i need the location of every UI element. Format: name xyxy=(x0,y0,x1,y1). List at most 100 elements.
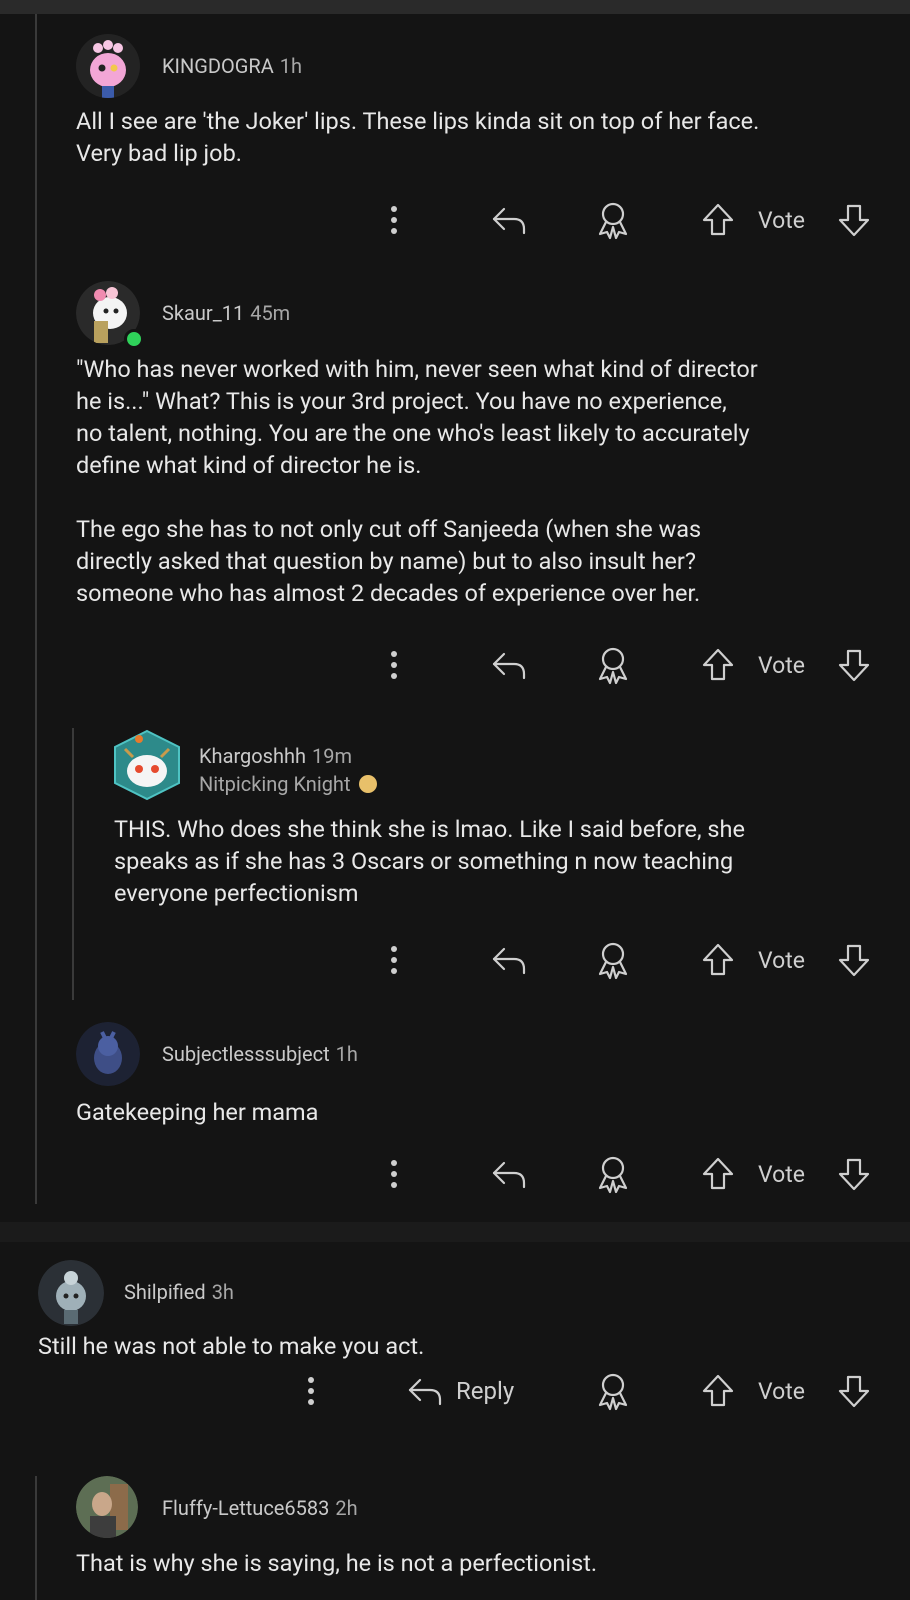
thread-line[interactable] xyxy=(35,14,37,1204)
comment-meta: Fluffy-Lettuce6583 2h xyxy=(162,1496,358,1520)
downvote-button[interactable] xyxy=(836,938,872,982)
downvote-arrow-icon xyxy=(838,649,870,682)
downvote-button[interactable] xyxy=(836,643,872,687)
more-options-button[interactable] xyxy=(391,938,397,982)
downvote-button[interactable] xyxy=(836,1369,872,1413)
comment-body: All I see are 'the Joker' lips. These li… xyxy=(76,107,760,167)
more-options-icon xyxy=(391,1160,397,1188)
reply-arrow-icon xyxy=(492,1161,526,1189)
reply-arrow-icon xyxy=(492,207,526,235)
upvote-button[interactable] xyxy=(700,1152,736,1196)
online-status-indicator xyxy=(124,329,144,349)
vote-count: Vote xyxy=(758,206,805,234)
reply-button[interactable]: Reply xyxy=(406,1369,514,1413)
upvote-arrow-icon xyxy=(702,943,734,976)
award-icon xyxy=(598,202,628,240)
vote-count: Vote xyxy=(758,651,805,679)
upvote-arrow-icon xyxy=(702,648,734,681)
vote-count: Vote xyxy=(758,946,805,974)
award-button[interactable] xyxy=(594,198,632,242)
snoo-avatar-icon xyxy=(114,729,180,801)
comment-meta: Khargoshhh 19m xyxy=(199,744,352,768)
comment-actions: Vote xyxy=(0,643,910,687)
reply-arrow-icon xyxy=(492,652,526,680)
username[interactable]: Khargoshhh xyxy=(199,744,306,768)
avatar[interactable] xyxy=(76,1476,138,1538)
downvote-button[interactable] xyxy=(836,1152,872,1196)
award-icon xyxy=(598,1373,628,1411)
timestamp: 3h xyxy=(211,1280,234,1304)
more-options-icon xyxy=(308,1377,314,1405)
comment-body: Still he was not able to make you act. xyxy=(38,1332,425,1360)
award-button[interactable] xyxy=(594,1369,632,1413)
comment-body: Gatekeeping her mama xyxy=(76,1098,319,1126)
comment-meta: Subjectlesssubject 1h xyxy=(162,1042,358,1066)
username[interactable]: Shilpified xyxy=(124,1280,206,1304)
username[interactable]: Skaur_11 xyxy=(162,301,244,325)
reply-label: Reply xyxy=(456,1377,515,1405)
timestamp: 19m xyxy=(312,744,353,768)
top-edge xyxy=(0,0,910,14)
timestamp: 1h xyxy=(335,1042,358,1066)
comment-actions: Vote xyxy=(0,198,910,242)
upvote-button[interactable] xyxy=(700,938,736,982)
timestamp: 1h xyxy=(279,54,303,78)
comment-body: "Who has never worked with him, never se… xyxy=(76,355,758,607)
username[interactable]: Fluffy-Lettuce6583 xyxy=(162,1496,329,1520)
more-options-button[interactable] xyxy=(391,1152,397,1196)
more-options-button[interactable] xyxy=(391,643,397,687)
avatar[interactable] xyxy=(76,1022,140,1086)
comment-body: THIS. Who does she think she is lmao. Li… xyxy=(114,815,745,907)
comment-actions: Vote xyxy=(0,1152,910,1196)
reply-button[interactable] xyxy=(490,1152,528,1196)
snoo-avatar-icon xyxy=(38,1260,104,1326)
username[interactable]: KINGDOGRA xyxy=(162,54,274,78)
upvote-arrow-icon xyxy=(702,1374,734,1407)
more-options-icon xyxy=(391,651,397,679)
more-options-button[interactable] xyxy=(391,198,397,242)
comment-actions: Reply Vote xyxy=(0,1369,910,1413)
thread-separator xyxy=(0,1222,910,1242)
snoo-avatar-icon xyxy=(76,1022,140,1086)
downvote-arrow-icon xyxy=(838,1158,870,1191)
reply-button[interactable] xyxy=(490,198,528,242)
comment-thread-card: KINGDOGRA 1h All I see are 'the Joker' li… xyxy=(0,14,910,1222)
award-button[interactable] xyxy=(594,1152,632,1196)
downvote-arrow-icon xyxy=(838,944,870,977)
user-photo-icon xyxy=(76,1476,138,1538)
upvote-button[interactable] xyxy=(700,643,736,687)
award-button[interactable] xyxy=(594,643,632,687)
downvote-button[interactable] xyxy=(836,198,872,242)
award-icon xyxy=(598,942,628,980)
comment-actions: Vote xyxy=(0,938,910,982)
award-icon xyxy=(598,647,628,685)
avatar[interactable] xyxy=(76,34,140,98)
reply-button[interactable] xyxy=(490,643,528,687)
username[interactable]: Subjectlesssubject xyxy=(162,1042,330,1066)
user-flair: Nitpicking Knight xyxy=(199,772,378,796)
comment-meta: Shilpified 3h xyxy=(124,1280,234,1304)
flair-emoji-icon xyxy=(359,775,378,793)
award-button[interactable] xyxy=(594,938,632,982)
timestamp: 45m xyxy=(250,301,291,325)
comment-meta: KINGDOGRA 1h xyxy=(162,54,302,78)
award-icon xyxy=(598,1156,628,1194)
avatar[interactable] xyxy=(111,729,183,801)
upvote-button[interactable] xyxy=(700,1369,736,1413)
reply-button[interactable] xyxy=(490,938,528,982)
upvote-button[interactable] xyxy=(700,198,736,242)
reply-arrow-icon xyxy=(408,1378,442,1406)
upvote-arrow-icon xyxy=(702,203,734,236)
downvote-arrow-icon xyxy=(838,1375,870,1408)
more-options-button[interactable] xyxy=(308,1369,314,1413)
comment-body: That is why she is saying, he is not a p… xyxy=(76,1549,598,1577)
avatar[interactable] xyxy=(38,1260,104,1326)
comment-thread-card: Shilpified 3h Still he was not able to ma… xyxy=(0,1242,910,1600)
more-options-icon xyxy=(391,206,397,234)
vote-count: Vote xyxy=(758,1160,805,1188)
timestamp: 2h xyxy=(335,1496,358,1520)
more-options-icon xyxy=(391,946,397,974)
downvote-arrow-icon xyxy=(838,204,870,237)
reply-arrow-icon xyxy=(492,947,526,975)
thread-line[interactable] xyxy=(35,1476,37,1600)
